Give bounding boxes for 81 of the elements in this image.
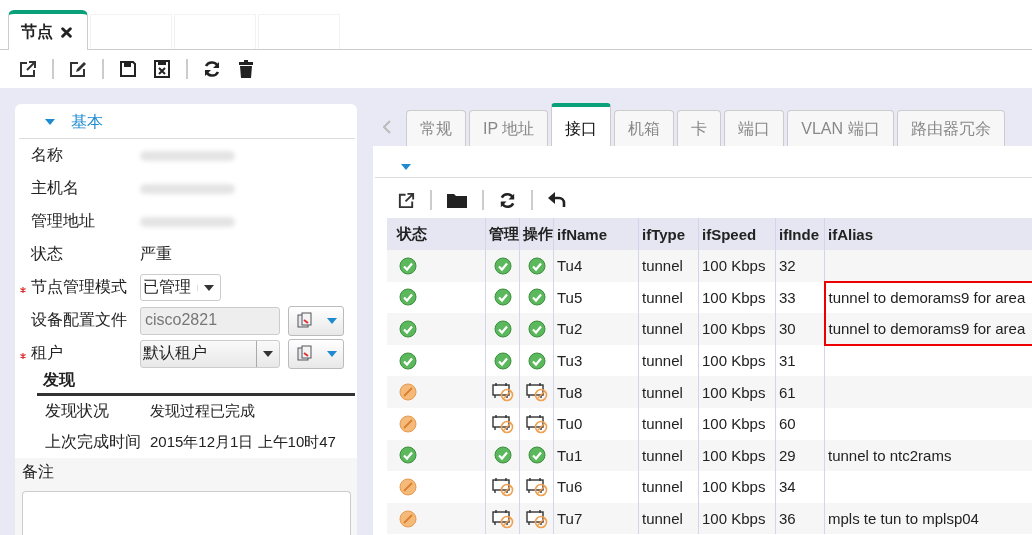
table-cell: Tu4	[553, 250, 639, 282]
field-label: 名称	[31, 145, 64, 165]
column-header[interactable]: ifAlias	[824, 218, 1032, 250]
field-label: 上次完成时间	[45, 432, 142, 452]
close-icon[interactable]	[61, 26, 72, 38]
field-label: 租户	[31, 343, 64, 363]
field-label: 设备配置文件	[31, 310, 128, 330]
table-cell: mpls te tun to mplsp04	[824, 502, 1032, 535]
documents-icon	[295, 344, 314, 363]
table-cell: Tu6	[553, 471, 639, 503]
dropdown-arrow-icon[interactable]	[401, 164, 411, 170]
undo-icon[interactable]	[547, 191, 567, 209]
field-value: 2015年12月1日 上午10时47	[150, 433, 336, 452]
external-link-icon[interactable]	[18, 59, 38, 79]
save-icon[interactable]	[118, 59, 138, 79]
table-cell: 100 Kbps	[698, 502, 776, 535]
table-cell: 30	[775, 313, 825, 345]
column-header[interactable]: ifName	[553, 218, 639, 250]
table-cell: tunnel	[638, 376, 699, 408]
field-label: 节点管理模式	[31, 277, 128, 297]
column-header[interactable]: 状态	[387, 218, 486, 250]
table-cell: tunnel	[638, 407, 699, 440]
field-value: 严重	[140, 244, 172, 264]
table-cell: 29	[775, 439, 825, 472]
detail-tab[interactable]: 接口	[551, 103, 612, 146]
table-cell: Tu0	[553, 407, 639, 440]
table-cell: Tu8	[553, 376, 639, 408]
refresh-icon[interactable]	[202, 59, 222, 79]
table-cell: tunnel	[638, 250, 699, 282]
node-tab[interactable]: 节点	[8, 10, 88, 50]
table-cell: 36	[775, 502, 825, 535]
table-cell: 60	[775, 407, 825, 440]
caret-icon	[326, 317, 337, 324]
documents-icon	[295, 311, 314, 330]
column-header[interactable]: ifType	[638, 218, 699, 250]
field-label: 备注	[22, 462, 55, 482]
table-cell: 61	[775, 376, 825, 408]
tenant-dropdown[interactable]: 默认租户	[140, 339, 280, 368]
profile-field[interactable]: cisco2821	[140, 306, 280, 335]
external-link-icon[interactable]	[397, 190, 416, 210]
menu-button[interactable]	[288, 305, 344, 336]
section-title[interactable]: 基本	[71, 111, 103, 133]
trash-icon[interactable]	[236, 59, 256, 79]
table-cell: Tu7	[553, 502, 639, 535]
field-label: 发现状况	[45, 401, 110, 421]
table-cell: Tu1	[553, 439, 639, 472]
field-label: 状态	[31, 244, 64, 264]
mode-dropdown[interactable]: 已管理	[140, 274, 221, 301]
edit-icon[interactable]	[68, 59, 88, 79]
table-cell: tunnel to demorams9 for area	[824, 313, 1032, 345]
caret-icon	[263, 350, 273, 357]
table-cell: 100 Kbps	[698, 313, 776, 345]
field-label: 主机名	[31, 178, 80, 198]
table-cell: 32	[775, 250, 825, 282]
section-title: 发现	[37, 370, 355, 396]
table-cell: 100 Kbps	[698, 250, 776, 282]
table-cell: tunnel	[638, 502, 699, 535]
table-cell: tunnel	[638, 471, 699, 503]
column-header[interactable]: 管理	[485, 218, 520, 250]
save-close-icon[interactable]	[152, 59, 172, 79]
notes-field[interactable]	[22, 491, 351, 535]
table-cell: tunnel to ntc2rams	[824, 439, 1032, 472]
refresh-icon[interactable]	[498, 190, 517, 210]
column-header[interactable]: 操作	[519, 218, 554, 250]
field-label: 管理地址	[31, 211, 96, 231]
column-header[interactable]: ifInde	[775, 218, 825, 250]
table-cell: 100 Kbps	[698, 407, 776, 440]
caret-icon	[204, 284, 214, 291]
table-cell: 100 Kbps	[698, 376, 776, 408]
table-cell: 34	[775, 471, 825, 503]
table-cell: Tu2	[553, 313, 639, 345]
table-cell: tunnel	[638, 313, 699, 345]
folder-icon[interactable]	[446, 191, 468, 209]
collapse-arrow-icon[interactable]	[45, 119, 55, 125]
column-header[interactable]: ifSpeed	[698, 218, 776, 250]
menu-button[interactable]	[288, 338, 344, 369]
caret-icon	[326, 350, 337, 357]
table-cell: 100 Kbps	[698, 439, 776, 472]
table-cell: 100 Kbps	[698, 471, 776, 503]
table-cell: tunnel	[638, 439, 699, 472]
field-value: 发现过程已完成	[150, 402, 255, 421]
